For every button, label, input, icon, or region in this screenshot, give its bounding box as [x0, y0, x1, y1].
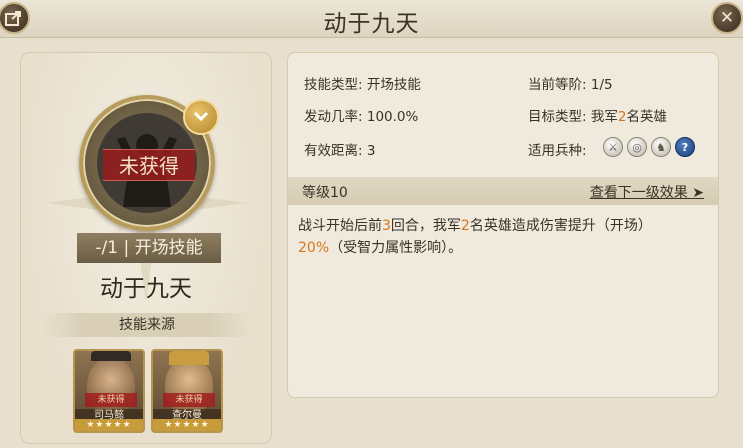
- chevron-down-icon: [193, 111, 209, 122]
- target-type-prefix: 我军: [590, 109, 618, 125]
- desc-rounds: 3: [382, 218, 391, 234]
- current-rank-label: 当前等阶:: [528, 77, 587, 93]
- skill-level-type: -/1 | 开场技能: [77, 233, 221, 263]
- desc-text: 战斗开始后前: [298, 218, 382, 234]
- shield-icon[interactable]: ◎: [627, 137, 647, 157]
- hero-status-tag: 未获得: [163, 393, 215, 407]
- desc-percent: 20%: [298, 240, 330, 256]
- level-label: 等级10: [302, 185, 348, 201]
- current-rank-value: 1/5: [590, 77, 613, 93]
- next-level-link[interactable]: 查看下一级效果 ➤: [590, 182, 704, 202]
- hero-stars: ★★★★★: [153, 419, 221, 431]
- hero-hat: [91, 351, 131, 361]
- troop-type-label: 适用兵种:: [528, 143, 587, 159]
- level-bar: 等级10 查看下一级效果 ➤: [288, 177, 718, 205]
- question-icon[interactable]: ?: [675, 137, 695, 157]
- trigger-rate-row: 发动几率: 100.0%: [304, 105, 418, 125]
- skill-description: 战斗开始后前3回合，我军2名英雄造成伤害提升（开场） 20%（受智力属性影响）。: [298, 215, 710, 259]
- range-label: 有效距离:: [304, 143, 363, 159]
- desc-text: 回合，我军: [390, 218, 461, 234]
- hero-card-2[interactable]: 未获得 查尔曼 ★★★★★: [151, 349, 223, 433]
- hero-crown: [169, 351, 209, 365]
- share-icon: [5, 11, 21, 26]
- hero-status-tag: 未获得: [85, 393, 137, 407]
- expand-button[interactable]: [183, 99, 219, 135]
- desc-hero-count: 2: [460, 218, 470, 234]
- not-obtained-badge: 未获得: [103, 149, 195, 181]
- target-type-label: 目标类型:: [528, 109, 587, 125]
- current-rank-row: 当前等阶: 1/5: [528, 73, 613, 93]
- trigger-rate-value: 100.0%: [366, 109, 419, 125]
- troop-type-row: 适用兵种:: [528, 139, 587, 159]
- skill-source-label: 技能来源: [41, 313, 253, 337]
- hero-stars: ★★★★★: [75, 419, 143, 431]
- target-type-row: 目标类型: 我军2名英雄: [528, 105, 667, 125]
- troop-icons: ⚔ ◎ ♞ ?: [603, 137, 695, 157]
- window-title: 动于九天: [323, 11, 420, 37]
- title-bar: 动于九天: [0, 0, 743, 38]
- desc-text: （受智力属性影响）。: [329, 240, 463, 256]
- sword-icon[interactable]: ⚔: [603, 137, 623, 157]
- skill-card-panel: 未获得 -/1 | 开场技能 动于九天 技能来源 未获得 司马懿 ★★★★★ 未…: [20, 52, 272, 444]
- target-type-suffix: 名英雄: [626, 109, 667, 125]
- trigger-rate-label: 发动几率:: [304, 109, 363, 125]
- close-icon: ✕: [719, 8, 735, 28]
- range-row: 有效距离: 3: [304, 139, 375, 159]
- skill-name: 动于九天: [100, 276, 192, 302]
- skill-type-label: 技能类型:: [304, 77, 363, 93]
- skill-type-value: 开场技能: [366, 77, 421, 93]
- horse-icon[interactable]: ♞: [651, 137, 671, 157]
- range-value: 3: [366, 143, 376, 159]
- desc-text: 名英雄造成伤害提升（开场）: [469, 218, 652, 234]
- close-button[interactable]: ✕: [711, 2, 743, 34]
- hero-card-1[interactable]: 未获得 司马懿 ★★★★★: [73, 349, 145, 433]
- skill-details-panel: 技能类型: 开场技能 当前等阶: 1/5 发动几率: 100.0% 目标类型: …: [287, 52, 719, 398]
- skill-type-row: 技能类型: 开场技能: [304, 73, 421, 93]
